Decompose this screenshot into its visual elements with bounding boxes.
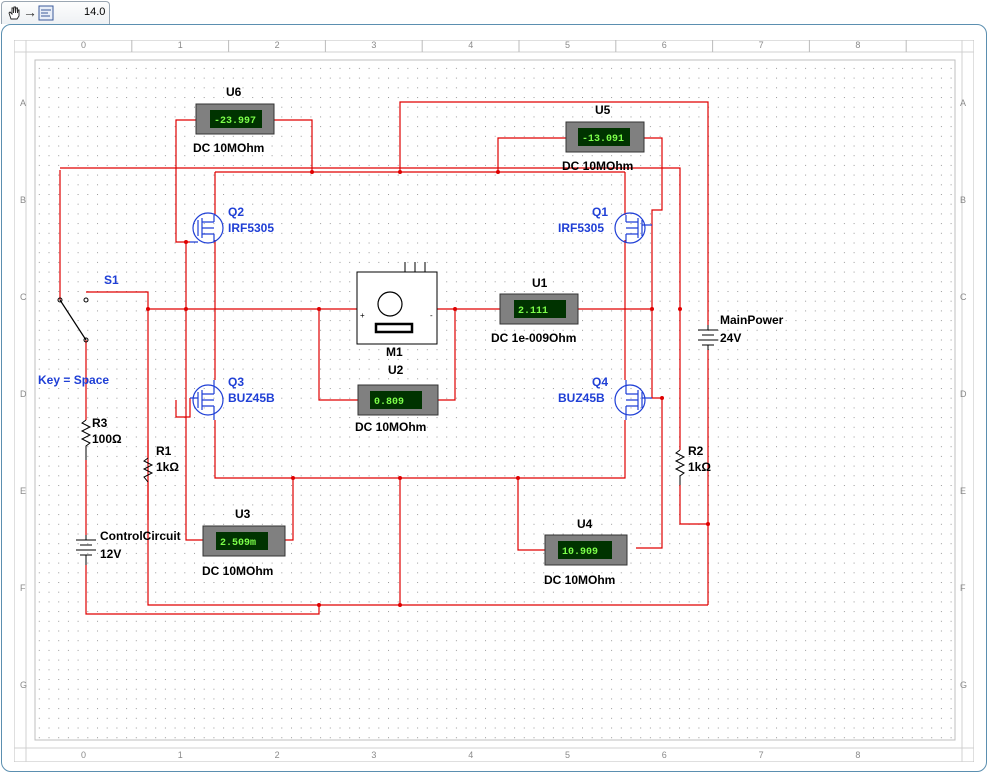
ruler-row-label: B [20,195,26,205]
ruler-column-label: 8 [855,40,860,50]
meter-reading: -13.091 [582,134,624,145]
schematic-icon[interactable] [38,5,54,21]
battery-value: 24V [720,331,741,345]
ruler-row-label: F [20,583,26,593]
meter-ref: U4 [577,517,593,531]
ruler-column-label: 2 [275,750,280,760]
ruler-row-label: C [960,292,967,302]
ruler-column-label: 5 [565,40,570,50]
switch-ref: S1 [104,273,119,287]
arrow-right-icon: → [23,4,37,20]
ruler-row-label: E [20,486,26,496]
meter-ref: U6 [226,85,242,99]
ruler-row-label: F [960,583,966,593]
zoom-tab[interactable]: → 14.0 [1,1,110,24]
ruler-column-label: 1 [178,750,183,760]
hand-pan-icon[interactable] [6,5,22,21]
schematic-canvas[interactable]: 0 0 1 1 2 2 3 3 4 4 5 5 6 6 7 7 8 8 A A B B C C D D E E F F G G [14,40,974,762]
ruler-column-label: 8 [855,750,860,760]
meter-ref: U1 [532,276,548,290]
transistor-ref: Q1 [592,205,608,219]
transistor-ref: Q4 [592,375,608,389]
battery-ref: MainPower [720,313,784,327]
ruler-row-label: E [960,486,966,496]
transistor-part: IRF5305 [558,221,604,235]
meter-mode: DC 10MOhm [202,564,273,578]
ruler-column-label: 5 [565,750,570,760]
meter-mode: DC 10MOhm [562,159,633,173]
svg-text:-: - [430,311,433,320]
ruler-column-label: 2 [275,40,280,50]
ruler-column-label: 4 [468,40,473,50]
meter-reading: -23.997 [214,116,256,127]
meter-mode: DC 1e-009Ohm [491,331,576,345]
resistor-ref: R2 [688,444,704,458]
motor-ref: M1 [386,345,403,359]
meter-ref: U3 [235,507,251,521]
resistor-value: 1kΩ [156,460,179,474]
ruler-column-label: 7 [759,40,764,50]
transistor-ref: Q3 [228,375,244,389]
zoom-value: 14.0 [84,6,106,18]
meter-reading: 0.809 [374,397,404,408]
grid-area [34,59,956,741]
ruler-row-label: G [20,680,27,690]
switch-key: Key = Space [38,373,109,387]
transistor-part: BUZ45B [558,391,605,405]
ruler-row-label: C [20,292,27,302]
resistor-value: 1kΩ [688,460,711,474]
resistor-ref: R3 [92,416,108,430]
meter-mode: DC 10MOhm [193,141,264,155]
meter-reading: 10.909 [562,547,598,558]
resistor-value: 100Ω [92,432,122,446]
ruler-column-label: 6 [662,40,667,50]
meter-ref: U5 [595,103,611,117]
meter-reading: 2.509m [220,538,256,549]
battery-value: 12V [100,547,121,561]
ruler-column-label: 3 [371,40,376,50]
meter-reading: 2.111 [518,306,548,317]
ruler-row-label: D [960,389,967,399]
ruler-column-label: 7 [759,750,764,760]
ruler-column-label: 3 [371,750,376,760]
ruler-row-label: A [960,98,966,108]
transistor-part: BUZ45B [228,391,275,405]
ruler-column-label: 0 [81,750,86,760]
ruler-column-label: 6 [662,750,667,760]
ruler-row-label: G [960,680,967,690]
svg-text:+: + [360,311,365,320]
meter-ref: U2 [388,363,404,377]
ruler-column-label: 1 [178,40,183,50]
transistor-ref: Q2 [228,205,244,219]
ruler-row-label: B [960,195,966,205]
ruler-row-label: A [20,98,26,108]
meter-mode: DC 10MOhm [355,420,426,434]
resistor-ref: R1 [156,444,172,458]
battery-ref: ControlCircuit [100,529,181,543]
meter-mode: DC 10MOhm [544,573,615,587]
ruler-column-label: 4 [468,750,473,760]
ruler-row-label: D [20,389,27,399]
ruler-column-label: 0 [81,40,86,50]
transistor-part: IRF5305 [228,221,274,235]
motor-m1[interactable]: + - M1 [356,262,438,359]
toolbar: → 14.0 [0,0,988,26]
